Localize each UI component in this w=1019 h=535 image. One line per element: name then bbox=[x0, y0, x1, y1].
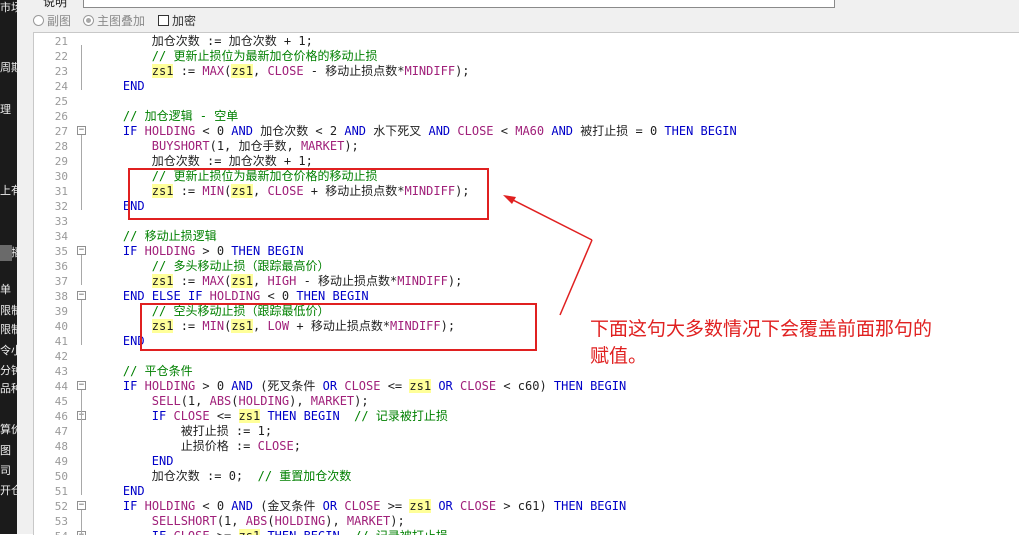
annotation-text: 下面这句大多数情况下会覆盖前面那句的赋值。 bbox=[590, 318, 933, 367]
arrow-head-upper bbox=[503, 195, 516, 204]
annotation-arrows bbox=[503, 195, 593, 316]
arrow-line-lower bbox=[559, 239, 593, 316]
arrow-line-upper bbox=[506, 196, 593, 241]
